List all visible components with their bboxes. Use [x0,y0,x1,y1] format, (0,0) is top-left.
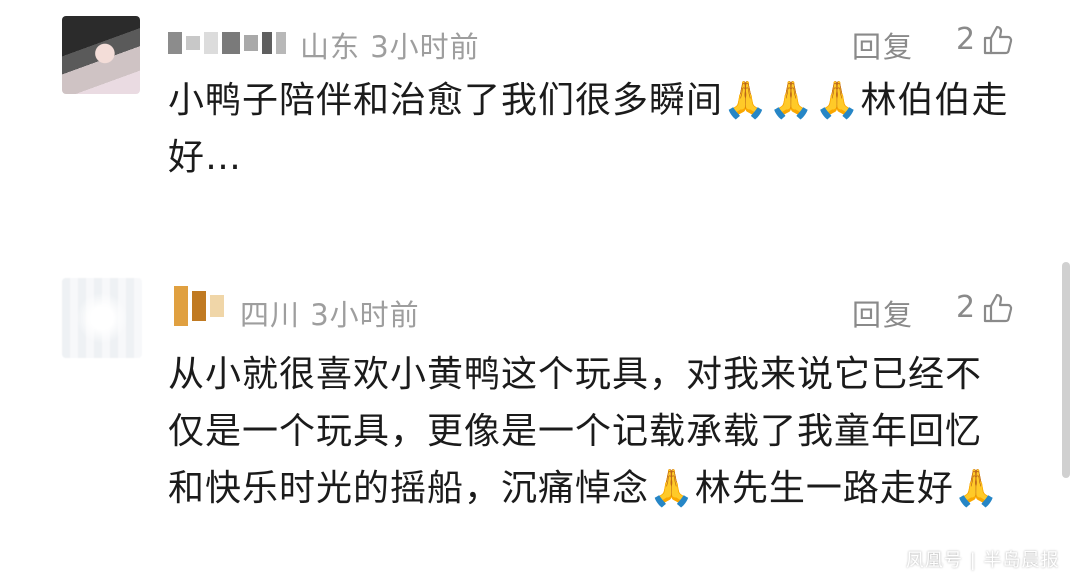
watermark: 凤凰号 | 半岛晨报 [906,550,1060,571]
thumbs-up-icon [983,293,1013,322]
user-avatar[interactable] [62,16,140,94]
like-button[interactable]: 2 [956,22,1013,57]
like-button[interactable]: 2 [956,290,1013,325]
comment-time: 3小时前 [310,298,420,332]
scrollbar[interactable] [1062,262,1070,478]
comment-time: 3小时前 [370,30,480,64]
comment-meta: 四川 3小时前 [240,292,420,334]
comment-item: 山东 3小时前 回复 2 小鸭子陪伴和治愈了我们很多瞬间🙏🙏🙏林伯伯走好… [0,0,1080,250]
reply-button[interactable]: 回复 [852,292,914,334]
like-count: 2 [956,290,976,325]
comment-location: 四川 [240,298,301,332]
like-count: 2 [956,22,976,57]
comment-text: 从小就很喜欢小黄鸭这个玩具，对我来说它已经不仅是一个玩具，更像是一个记载承载了我… [168,354,1000,509]
user-avatar[interactable] [62,278,142,358]
username-obscured[interactable] [174,284,224,328]
comment-meta: 山东 3小时前 [300,24,480,66]
reply-button[interactable]: 回复 [852,24,914,66]
thumbs-up-icon [983,25,1013,54]
comment-item: 四川 3小时前 回复 2 从小就很喜欢小黄鸭这个玩具，对我来说它已经不仅是一个玩… [0,262,1080,579]
comment-location: 山东 [300,30,361,64]
comment-text: 小鸭子陪伴和治愈了我们很多瞬间🙏🙏🙏林伯伯走好… [168,80,1009,178]
username-obscured[interactable] [168,28,286,58]
